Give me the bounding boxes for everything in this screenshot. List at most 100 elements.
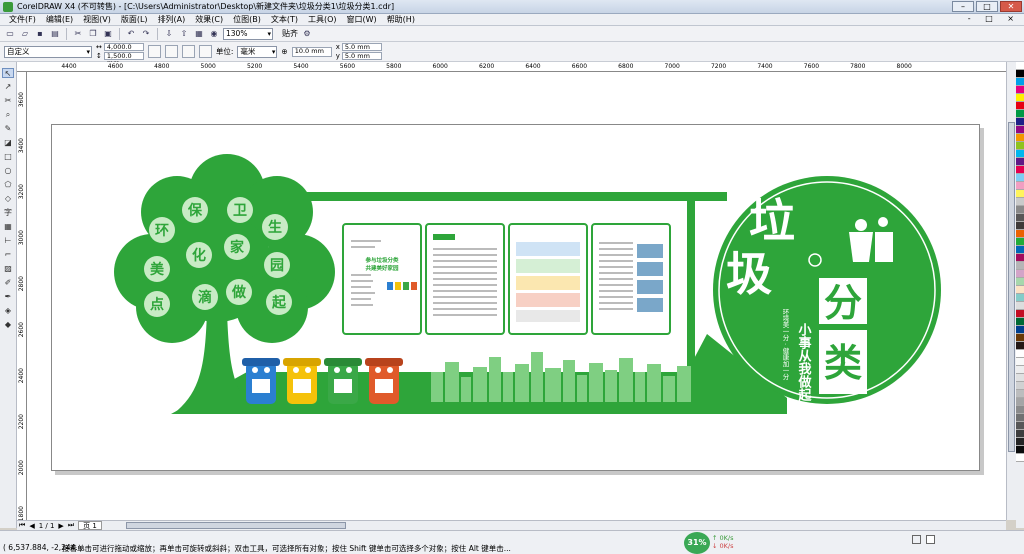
palette-swatch[interactable] — [1016, 334, 1024, 342]
palette-swatch[interactable] — [1016, 302, 1024, 310]
palette-swatch[interactable] — [1016, 438, 1024, 446]
palette-swatch[interactable] — [1016, 238, 1024, 246]
palette-swatch[interactable] — [1016, 366, 1024, 374]
palette-swatch[interactable] — [1016, 166, 1024, 174]
menu-tools[interactable]: 工具(O) — [303, 14, 342, 25]
palette-swatch[interactable] — [1016, 358, 1024, 366]
nudge-distance-field[interactable]: 10.0 mm — [291, 46, 332, 57]
palette-swatch[interactable] — [1016, 382, 1024, 390]
fill-color-indicator[interactable] — [912, 535, 921, 544]
palette-swatch[interactable] — [1016, 326, 1024, 334]
open-icon[interactable]: ▱ — [19, 28, 31, 40]
polygon-tool-icon[interactable]: ⬠ — [2, 180, 14, 190]
palette-swatch[interactable] — [1016, 94, 1024, 102]
palette-swatch[interactable] — [1016, 222, 1024, 230]
palette-swatch[interactable] — [1016, 430, 1024, 438]
palette-swatch[interactable] — [1016, 158, 1024, 166]
palette-swatch[interactable] — [1016, 350, 1024, 358]
vertical-scrollbar[interactable] — [1006, 62, 1016, 520]
vertical-scrollbar-thumb[interactable] — [1008, 122, 1015, 452]
units-combo[interactable]: 毫米 — [237, 45, 278, 58]
table-tool-icon[interactable]: ▦ — [2, 222, 14, 232]
palette-swatch[interactable] — [1016, 198, 1024, 206]
palette-swatch[interactable] — [1016, 390, 1024, 398]
ellipse-tool-icon[interactable]: ○ — [2, 166, 14, 176]
horizontal-ruler[interactable]: 4400 4600 4800 5000 5200 5400 5600 5800 6000 6200… — [17, 62, 1006, 72]
palette-swatch[interactable] — [1016, 286, 1024, 294]
interactive-fill-tool-icon[interactable]: ◆ — [2, 320, 14, 330]
palette-swatch[interactable] — [1016, 182, 1024, 190]
palette-swatch[interactable] — [1016, 126, 1024, 134]
palette-swatch[interactable] — [1016, 150, 1024, 158]
welcome-screen-icon[interactable]: ◉ — [208, 28, 220, 40]
snap-to-button[interactable]: 贴齐 — [282, 28, 298, 39]
menu-file[interactable]: 文件(F) — [4, 14, 41, 25]
fill-tool-icon[interactable]: ◈ — [2, 306, 14, 316]
page-height-field[interactable]: 1,500.0 mm — [103, 52, 144, 67]
redo-icon[interactable]: ↷ — [140, 28, 152, 40]
document-window-controls[interactable]: - □ × — [968, 14, 1020, 23]
menu-help[interactable]: 帮助(H) — [382, 14, 420, 25]
shape-tool-icon[interactable]: ↗ — [2, 82, 14, 92]
smart-fill-tool-icon[interactable]: ◪ — [2, 138, 14, 148]
page-tab-1[interactable]: 页 1 — [78, 521, 102, 530]
palette-swatch[interactable] — [1016, 342, 1024, 350]
palette-swatch[interactable] — [1016, 246, 1024, 254]
connector-tool-icon[interactable]: ⌐ — [2, 250, 14, 260]
palette-swatch[interactable] — [1016, 446, 1024, 454]
paper-preset-combo[interactable]: 自定义 — [4, 45, 92, 58]
last-page-icon[interactable]: ⏭ — [68, 521, 74, 530]
palette-swatch[interactable] — [1016, 278, 1024, 286]
freehand-tool-icon[interactable]: ✎ — [2, 124, 14, 134]
menu-text[interactable]: 文本(T) — [266, 14, 303, 25]
palette-swatch[interactable] — [1016, 294, 1024, 302]
palette-swatch[interactable] — [1016, 102, 1024, 110]
dimension-tool-icon[interactable]: ⊢ — [2, 236, 14, 246]
crop-tool-icon[interactable]: ✂ — [2, 96, 14, 106]
palette-swatch[interactable] — [1016, 190, 1024, 198]
palette-swatch[interactable] — [1016, 262, 1024, 270]
menu-layout[interactable]: 版面(L) — [116, 14, 153, 25]
drawing-canvas[interactable]: 保 卫 环 生 化 家 美 园 滴 做 点 起 参与垃圾分类 共建美好家园 垃 … — [27, 72, 1006, 520]
palette-swatch[interactable] — [1016, 110, 1024, 118]
duplicate-y-field[interactable]: 5.0 mm — [341, 52, 382, 60]
vertical-ruler[interactable]: 3600 3400 3200 3000 2800 2600 2400 2200 2000 1800 — [17, 72, 27, 521]
first-page-icon[interactable]: ⏮ — [19, 521, 25, 530]
menu-effects[interactable]: 效果(C) — [190, 14, 228, 25]
landscape-icon[interactable] — [164, 45, 178, 58]
minimize-button[interactable]: – — [952, 1, 974, 12]
palette-swatch[interactable] — [1016, 310, 1024, 318]
palette-swatch[interactable] — [1016, 214, 1024, 222]
palette-swatch[interactable] — [1016, 422, 1024, 430]
prev-page-icon[interactable]: ◀ — [29, 522, 34, 530]
menu-window[interactable]: 窗口(W) — [342, 14, 382, 25]
eyedropper-tool-icon[interactable]: ✐ — [2, 278, 14, 288]
palette-swatch[interactable] — [1016, 454, 1024, 462]
palette-swatch[interactable] — [1016, 86, 1024, 94]
save-icon[interactable]: ▪ — [34, 28, 46, 40]
import-icon[interactable]: ⇩ — [163, 28, 175, 40]
basic-shapes-tool-icon[interactable]: ◇ — [2, 194, 14, 204]
palette-swatch[interactable] — [1016, 230, 1024, 238]
palette-swatch[interactable] — [1016, 374, 1024, 382]
menu-bitmaps[interactable]: 位图(B) — [228, 14, 266, 25]
menu-edit[interactable]: 编辑(E) — [41, 14, 78, 25]
application-launcher-icon[interactable]: ▦ — [193, 28, 205, 40]
palette-swatch[interactable] — [1016, 78, 1024, 86]
current-page-icon[interactable] — [198, 45, 212, 58]
export-icon[interactable]: ⇧ — [178, 28, 190, 40]
text-tool-icon[interactable]: 字 — [2, 208, 14, 218]
duplicate-x-field[interactable]: 5.0 mm — [341, 43, 382, 51]
artwork[interactable]: 保 卫 环 生 化 家 美 园 滴 做 点 起 参与垃圾分类 共建美好家园 垃 … — [27, 72, 1006, 520]
palette-swatch[interactable] — [1016, 174, 1024, 182]
palette-swatch[interactable] — [1016, 142, 1024, 150]
menu-view[interactable]: 视图(V) — [78, 14, 116, 25]
palette-swatch[interactable] — [1016, 118, 1024, 126]
palette-swatch[interactable] — [1016, 206, 1024, 214]
horizontal-scrollbar-thumb[interactable] — [125, 522, 346, 529]
zoom-level-combo[interactable]: 130% — [223, 27, 273, 40]
palette-swatch[interactable] — [1016, 134, 1024, 142]
print-icon[interactable]: ▤ — [49, 28, 61, 40]
new-document-icon[interactable]: ▭ — [4, 28, 16, 40]
palette-swatch[interactable] — [1016, 254, 1024, 262]
